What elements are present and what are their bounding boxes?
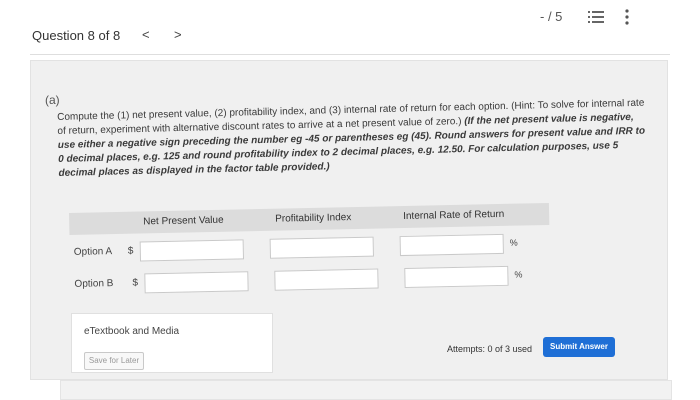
row-label-option-b: Option B — [74, 278, 114, 290]
option-b-irr-input[interactable] — [404, 265, 509, 288]
attempts-counter: Attempts: 0 of 3 used — [447, 344, 533, 354]
question-panel: (a) Compute the (1) net present value, (… — [30, 60, 668, 380]
column-header-pi: Profitability Index — [275, 212, 352, 225]
question-score: - / 5 — [540, 9, 563, 24]
etextbook-link[interactable]: eTextbook and Media — [84, 326, 179, 337]
row-label-option-a: Option A — [73, 246, 113, 258]
option-a-npv-input[interactable] — [139, 239, 245, 262]
table-header-row: Net Present Value Profitability Index In… — [69, 202, 550, 235]
header-divider — [30, 54, 670, 55]
question-header: Question 8 of 8 < > - / 5 — [0, 0, 700, 56]
part-label: (a) — [45, 93, 60, 107]
question-counter: Question 8 of 8 — [32, 28, 121, 43]
etextbook-panel: eTextbook and Media Save for Later — [71, 313, 273, 373]
column-header-npv: Net Present Value — [143, 214, 224, 228]
percent-symbol: % — [509, 237, 518, 248]
currency-symbol: $ — [132, 277, 139, 289]
list-icon[interactable] — [588, 10, 604, 24]
percent-symbol: % — [514, 269, 523, 280]
save-for-later-button[interactable]: Save for Later — [84, 352, 144, 370]
currency-symbol: $ — [127, 245, 134, 257]
next-part-panel — [60, 380, 672, 400]
previous-question-button[interactable]: < — [142, 27, 150, 42]
option-b-npv-input[interactable] — [144, 271, 249, 294]
option-a-pi-input[interactable] — [269, 236, 374, 259]
option-b-pi-input[interactable] — [274, 268, 379, 291]
question-instructions: Compute the (1) net present value, (2) p… — [57, 97, 649, 181]
more-vertical-icon[interactable] — [624, 9, 630, 25]
column-header-irr: Internal Rate of Return — [403, 208, 505, 223]
answer-table: Net Present Value Profitability Index In… — [69, 202, 551, 309]
submit-answer-button[interactable]: Submit Answer — [543, 337, 615, 357]
next-question-button[interactable]: > — [174, 27, 182, 42]
option-a-irr-input[interactable] — [399, 233, 504, 257]
